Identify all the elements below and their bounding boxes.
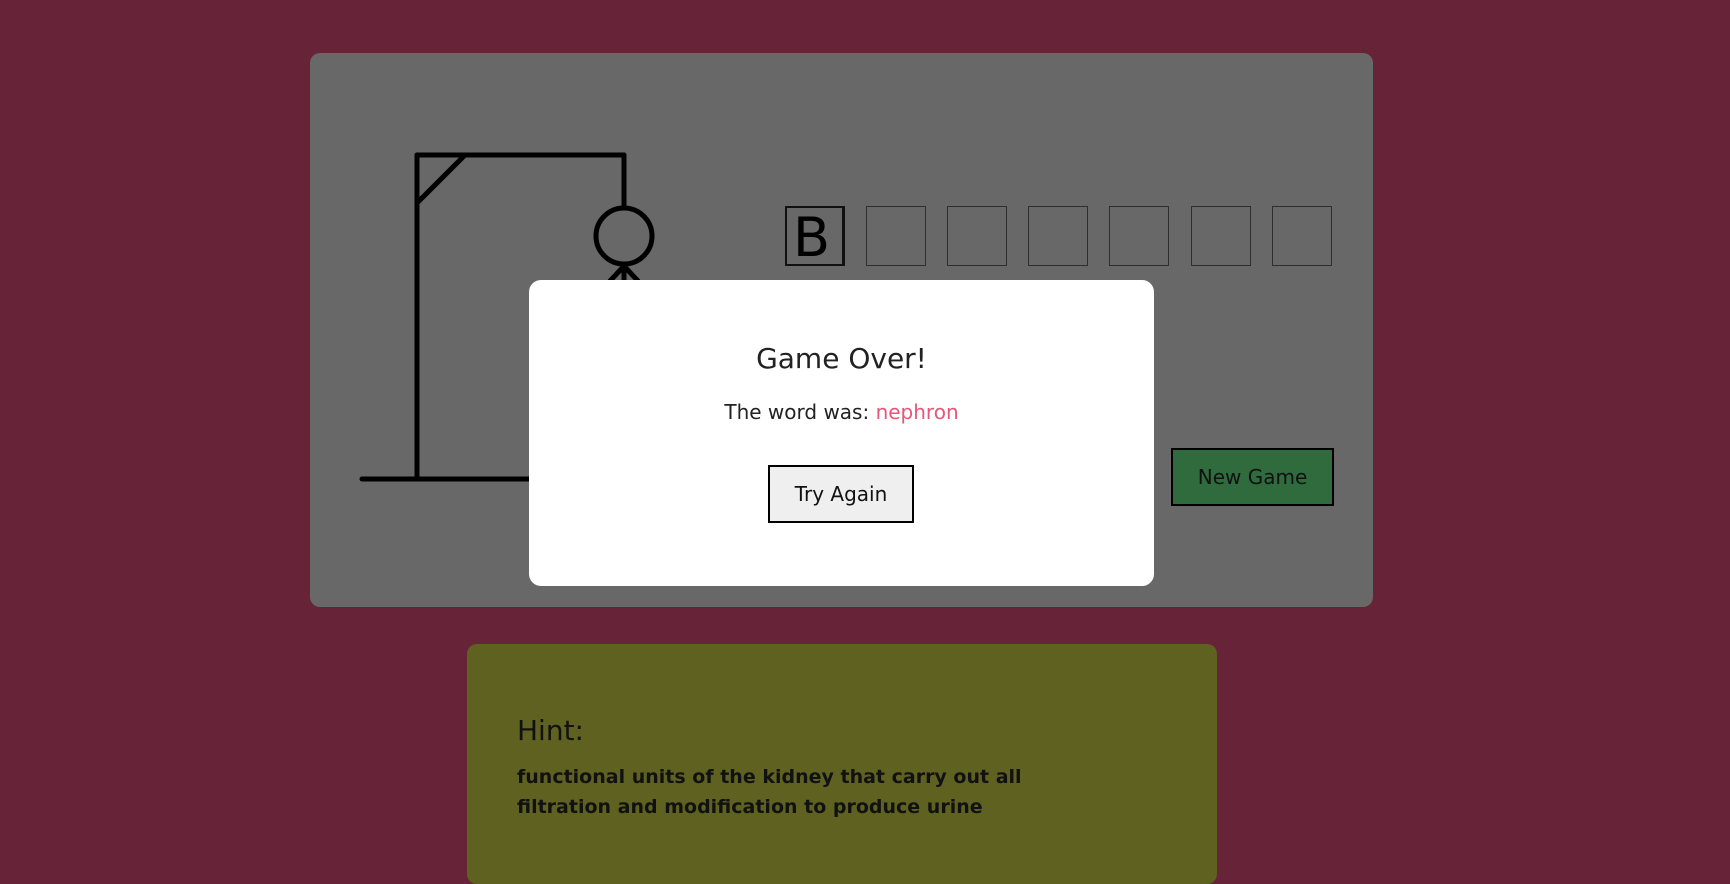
letter-slot [1191,206,1251,266]
game-over-modal: Game Over! The word was: nephron Try Aga… [529,280,1154,586]
letter-slot [1109,206,1169,266]
hangman-head [593,205,655,267]
letter-slot [1028,206,1088,266]
modal-title: Game Over! [756,342,927,375]
new-game-button[interactable]: New Game [1171,448,1334,506]
answer-word: nephron [875,400,959,424]
hint-card: Hint: functional units of the kidney tha… [467,644,1217,884]
modal-message: The word was: nephron [529,400,1154,424]
letter-slot [866,206,926,266]
hint-title: Hint: [517,714,584,747]
try-again-button[interactable]: Try Again [768,465,914,523]
hint-text: functional units of the kidney that carr… [517,766,1022,818]
letter-slot [947,206,1007,266]
gallows-brace [414,152,468,206]
modal-message-prefix: The word was: [724,400,876,424]
letter-slot: B [785,206,845,268]
letter-slot [1272,206,1332,266]
